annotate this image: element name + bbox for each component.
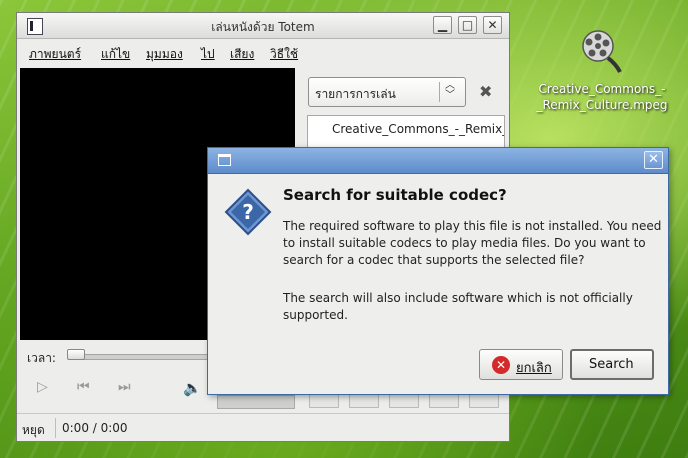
selector-divider [439, 82, 440, 102]
sidebar-selector[interactable]: รายการการเล่น ︿ ﹀ [308, 77, 466, 107]
close-icon: ✕ [487, 18, 498, 32]
cancel-label: ยกเลิก [516, 361, 552, 376]
playlist-toolbar-placeholder [217, 395, 295, 409]
minimize-icon: ▁ [437, 18, 448, 32]
playlist-item[interactable]: Creative_Commons_-_Remix_Culture.mpeg [332, 122, 504, 136]
svg-text:?: ? [242, 200, 254, 224]
close-button[interactable]: ✕ [483, 16, 502, 34]
previous-icon[interactable]: ⏮ [77, 379, 90, 395]
seek-handle[interactable] [67, 349, 85, 360]
question-icon: ? [224, 188, 272, 236]
film-reel-icon[interactable] [578, 28, 624, 74]
menu-movie[interactable]: ภาพยนตร์ [29, 45, 81, 64]
status-bar: หยุด 0:00 / 0:00 [17, 413, 509, 442]
sidebar-selector-label: รายการการเล่น [315, 87, 396, 101]
playlist-add-button[interactable] [309, 394, 339, 408]
cancel-icon: ✕ [492, 356, 510, 374]
status-divider [55, 418, 56, 438]
close-icon: ✕ [648, 152, 659, 167]
playlist-remove-button[interactable] [349, 394, 379, 408]
maximize-button[interactable]: □ [458, 16, 477, 34]
menu-bar: ภาพยนตร์ แก้ไข มุมมอง ไป เสียง วิธีใช้ [17, 39, 509, 65]
cancel-button[interactable]: ✕ ยกเลิก [479, 349, 563, 380]
time-label: เวลา: [27, 351, 56, 365]
dialog-note: The search will also include software wh… [283, 291, 633, 322]
play-icon[interactable]: ▷ [37, 379, 48, 395]
dialog-heading: Search for suitable codec? [283, 186, 507, 204]
next-icon[interactable]: ⏭ [118, 379, 131, 395]
title-bar[interactable]: เล่นหนังด้วย Totem ▁ □ ✕ [17, 13, 509, 39]
minimize-button[interactable]: ▁ [433, 16, 452, 34]
dialog-close-button[interactable]: ✕ [644, 151, 663, 169]
menu-sound[interactable]: เสียง [230, 45, 254, 64]
playlist-close-icon[interactable]: ✖ [479, 82, 492, 101]
playlist: Creative_Commons_-_Remix_Culture.mpeg [307, 115, 505, 151]
menu-edit[interactable]: แก้ไข [101, 45, 130, 64]
chevron-updown-icon: ︿ ﹀ [445, 80, 455, 101]
volume-icon[interactable]: 🔈 [183, 379, 202, 397]
dialog-message: The required software to play this file … [283, 219, 662, 267]
desktop-file-label[interactable]: Creative_Commons_-_Remix_Culture.mpeg [530, 81, 674, 113]
window-menu-icon[interactable] [218, 154, 231, 166]
playlist-save-button[interactable] [389, 394, 419, 408]
menu-go[interactable]: ไป [201, 45, 215, 64]
search-label: Search [589, 357, 634, 372]
playlist-up-button[interactable] [429, 394, 459, 408]
menu-help[interactable]: วิธีใช้ [270, 45, 298, 64]
playlist-down-button[interactable] [469, 394, 499, 408]
dialog-title-bar[interactable]: ✕ [208, 148, 668, 174]
status-time: 0:00 / 0:00 [62, 421, 128, 435]
maximize-icon: □ [461, 18, 474, 32]
status-text: หยุด [22, 423, 45, 437]
menu-view[interactable]: มุมมอง [146, 45, 183, 64]
codec-search-dialog: ✕ ? Search for suitable codec? The requi… [207, 147, 669, 395]
search-button[interactable]: Search [570, 349, 654, 380]
